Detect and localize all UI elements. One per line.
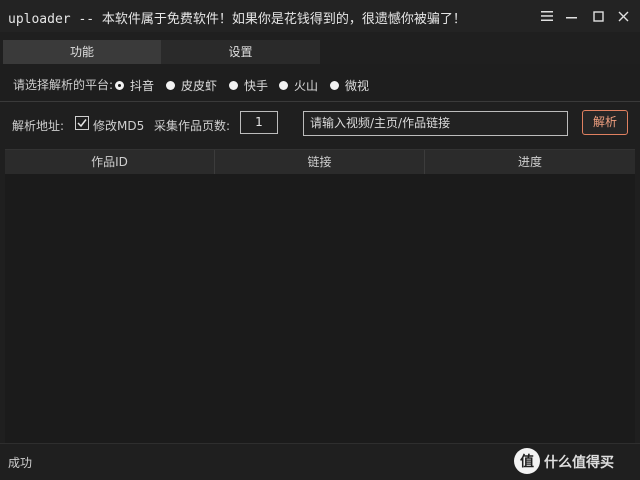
radio-icon [279,81,288,90]
radio-icon [229,81,238,90]
radio-weishi[interactable]: 微视 [330,77,369,94]
radio-label: 火山 [294,79,319,93]
pages-input[interactable]: 1 [240,111,278,134]
tab-functions[interactable]: 功能 [3,40,161,64]
divider [0,101,640,102]
url-input[interactable]: 请输入视频/主页/作品链接 [303,111,568,136]
table-header: 作品ID 链接 进度 [5,150,635,174]
window-title: uploader -- 本软件属于免费软件！如果你是花钱得到的，很遗憾你被骗了！ [8,12,466,27]
radio-label: 快手 [244,79,269,93]
radio-pipixia[interactable]: 皮皮虾 [166,77,217,94]
parse-controls: 解析地址: 修改MD5 采集作品页数: 1 请输入视频/主页/作品链接 解析 [0,103,640,143]
status-text: 成功 [8,456,33,470]
platform-selector: 请选择解析的平台: 抖音 皮皮虾 快手 火山 微视 [0,64,640,100]
md5-label: 修改MD5 [93,119,145,133]
tab-settings[interactable]: 设置 [161,40,320,64]
radio-huoshan[interactable]: 火山 [279,77,318,94]
menu-icon[interactable] [536,6,558,26]
column-header-progress[interactable]: 进度 [425,150,635,174]
checkmark-icon [77,119,87,128]
minimize-icon[interactable] [561,6,583,26]
radio-label: 抖音 [130,79,155,93]
radio-icon [166,81,175,90]
address-label: 解析地址: [12,119,65,133]
watermark: 值 什么值得买 [514,448,640,476]
radio-selected-icon [115,81,124,90]
close-icon[interactable] [612,6,634,26]
radio-kuaishou[interactable]: 快手 [229,77,268,94]
title-bar: uploader -- 本软件属于免费软件！如果你是花钱得到的，很遗憾你被骗了！ [0,0,640,32]
radio-label: 微视 [345,79,370,93]
tab-bar: 功能 设置 [0,40,320,64]
radio-label: 皮皮虾 [181,79,218,93]
md5-checkbox[interactable] [75,116,89,130]
watermark-logo-icon: 值 [514,448,540,474]
radio-icon [330,81,339,90]
platform-label: 请选择解析的平台: [13,78,114,92]
column-header-link[interactable]: 链接 [215,150,425,174]
watermark-text: 什么值得买 [544,455,614,471]
maximize-icon[interactable] [587,6,609,26]
radio-douyin[interactable]: 抖音 [115,77,154,94]
parse-button[interactable]: 解析 [582,110,628,135]
column-header-id[interactable]: 作品ID [5,150,215,174]
pages-label: 采集作品页数: [154,119,231,133]
svg-text:值: 值 [520,453,534,470]
results-table[interactable]: 作品ID 链接 进度 [5,149,635,443]
